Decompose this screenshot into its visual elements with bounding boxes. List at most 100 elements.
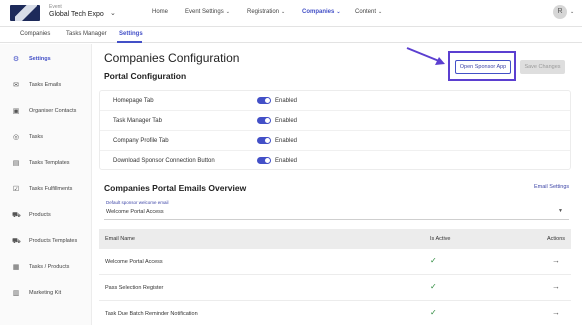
config-label: Download Sponsor Connection Button xyxy=(113,158,215,164)
config-row-task-manager-tab: Task Manager Tab Enabled xyxy=(100,111,570,131)
sidebar-item-tasks-products[interactable]: ▦ Tasks / Products xyxy=(0,262,92,276)
toggle-state: Enabled xyxy=(275,158,298,164)
cart-template-icon: ⛟ xyxy=(12,238,21,245)
table-header: Email Name Is Active Actions xyxy=(99,229,571,249)
toggle-state: Enabled xyxy=(275,138,298,144)
cart-icon: ⛟ xyxy=(12,212,21,219)
config-row-homepage-tab: Homepage Tab Enabled xyxy=(100,91,570,111)
sidebar-item-tasks-emails[interactable]: ✉ Tasks Emails xyxy=(0,80,92,94)
chevron-down-icon: ⌄ xyxy=(378,9,383,15)
open-sponsor-app-button[interactable]: Open Sponsor App xyxy=(455,60,511,74)
company-profile-tab-toggle[interactable] xyxy=(257,137,271,144)
toggle-state: Enabled xyxy=(275,118,298,124)
nav-event-settings[interactable]: Event Settings ⌄ xyxy=(185,9,230,15)
document-icon: ▤ xyxy=(12,160,20,167)
emails-overview-title: Companies Portal Emails Overview xyxy=(104,183,247,193)
nav-home[interactable]: Home xyxy=(152,9,168,15)
homepage-tab-toggle[interactable] xyxy=(257,97,271,104)
chevron-down-icon[interactable]: ⌄ xyxy=(110,9,116,17)
gear-icon: ⚙ xyxy=(12,56,20,63)
table-row: Welcome Portal Access ✓ → xyxy=(99,249,571,275)
sidebar-item-label: Products Templates xyxy=(29,238,78,244)
sidebar-item-label: Marketing Kit xyxy=(29,290,62,296)
nav-content[interactable]: Content ⌄ xyxy=(355,9,382,15)
tab-companies[interactable]: Companies xyxy=(20,31,50,37)
avatar[interactable]: R xyxy=(553,5,567,19)
chevron-down-icon[interactable]: ⌄ xyxy=(570,9,574,15)
tab-tasks-manager[interactable]: Tasks Manager xyxy=(66,31,107,37)
annotation-arrow-icon xyxy=(406,47,445,65)
check-icon: ✓ xyxy=(430,308,437,317)
active-tab-indicator xyxy=(117,41,142,43)
sidebar-item-label: Tasks Emails xyxy=(29,82,62,88)
sidebar-item-label: Organiser Contacts xyxy=(29,108,77,114)
email-name: Task Due Batch Reminder Notification xyxy=(105,311,198,317)
sidebar-item-label: Tasks / Products xyxy=(29,264,70,270)
arrow-right-icon[interactable]: → xyxy=(552,256,560,265)
top-nav-bar: Event Global Tech Expo ⌄ Home Event Sett… xyxy=(0,0,582,27)
page-title: Companies Configuration xyxy=(104,51,240,65)
table-row: Pass Selection Register ✓ → xyxy=(99,275,571,301)
sidebar-item-marketing-kit[interactable]: ▥ Marketing Kit xyxy=(0,288,92,302)
nav-content-label: Content xyxy=(355,9,377,15)
welcome-email-select[interactable]: Welcome Portal Access xyxy=(106,209,164,215)
checkbox-icon: ☑ xyxy=(12,186,20,193)
box-icon: ▦ xyxy=(12,264,20,271)
nav-companies-label: Companies xyxy=(302,9,335,15)
event-selector[interactable]: Global Tech Expo xyxy=(49,11,104,18)
arrow-right-icon[interactable]: → xyxy=(552,308,560,317)
config-label: Homepage Tab xyxy=(113,98,154,104)
task-manager-tab-toggle[interactable] xyxy=(257,117,271,124)
event-label: Event xyxy=(49,4,62,10)
sidebar: ⚙ Settings ✉ Tasks Emails ▣ Organiser Co… xyxy=(0,44,92,325)
kit-icon: ▥ xyxy=(12,290,20,297)
sidebar-item-products-templates[interactable]: ⛟ Products Templates xyxy=(0,236,92,250)
sidebar-item-settings[interactable]: ⚙ Settings xyxy=(0,54,92,68)
tab-settings[interactable]: Settings xyxy=(119,31,143,37)
chevron-down-icon: ⌄ xyxy=(281,9,286,15)
email-name: Welcome Portal Access xyxy=(105,259,163,265)
subtabs: Companies Tasks Manager Settings xyxy=(0,27,582,43)
sidebar-item-label: Tasks Templates xyxy=(29,160,70,166)
toggle-state: Enabled xyxy=(275,98,298,104)
sidebar-item-tasks-templates[interactable]: ▤ Tasks Templates xyxy=(0,158,92,172)
sidebar-item-tasks[interactable]: ◎ Tasks xyxy=(0,132,92,146)
config-row-company-profile-tab: Company Profile Tab Enabled xyxy=(100,131,570,151)
nav-home-label: Home xyxy=(152,9,169,15)
dropdown-arrow-icon[interactable]: ▼ xyxy=(558,208,563,214)
event-logo[interactable] xyxy=(10,5,40,21)
save-changes-button[interactable]: Save Changes xyxy=(520,60,565,74)
config-label: Task Manager Tab xyxy=(113,118,162,124)
nav-event-settings-label: Event Settings xyxy=(185,9,224,15)
check-circle-icon: ◎ xyxy=(12,134,20,141)
portal-configuration-title: Portal Configuration xyxy=(104,71,187,81)
chevron-down-icon: ⌄ xyxy=(225,9,230,15)
contact-icon: ▣ xyxy=(12,108,20,115)
chevron-down-icon: ⌄ xyxy=(336,9,341,15)
config-label: Company Profile Tab xyxy=(113,138,169,144)
portal-config-panel: Homepage Tab Enabled Task Manager Tab En… xyxy=(99,90,571,170)
column-header-email-name: Email Name xyxy=(105,236,135,242)
check-icon: ✓ xyxy=(430,282,437,291)
table-row: Task Due Batch Reminder Notification ✓ → xyxy=(99,301,571,325)
check-icon: ✓ xyxy=(430,256,437,265)
select-label: Default sponsor welcome email xyxy=(106,200,169,205)
sidebar-item-label: Tasks xyxy=(29,134,44,140)
arrow-right-icon[interactable]: → xyxy=(552,282,560,291)
column-header-is-active: Is Active xyxy=(430,236,451,242)
sidebar-item-label: Tasks Fulfillments xyxy=(29,186,73,192)
config-row-download-sponsor-button: Download Sponsor Connection Button Enabl… xyxy=(100,151,570,171)
sidebar-item-tasks-fulfillments[interactable]: ☑ Tasks Fulfillments xyxy=(0,184,92,198)
sidebar-item-label: Settings xyxy=(29,56,51,62)
nav-registration[interactable]: Registration ⌄ xyxy=(247,9,285,15)
select-underline xyxy=(104,219,569,220)
column-header-actions: Actions xyxy=(547,236,566,242)
nav-companies[interactable]: Companies ⌄ xyxy=(302,9,341,15)
sidebar-item-organiser-contacts[interactable]: ▣ Organiser Contacts xyxy=(0,106,92,120)
email-name: Pass Selection Register xyxy=(105,285,164,291)
sidebar-item-products[interactable]: ⛟ Products xyxy=(0,210,92,224)
sidebar-item-label: Products xyxy=(29,212,51,218)
download-sponsor-button-toggle[interactable] xyxy=(257,157,271,164)
nav-registration-label: Registration xyxy=(247,9,280,15)
email-settings-link[interactable]: Email Settings xyxy=(534,184,569,190)
